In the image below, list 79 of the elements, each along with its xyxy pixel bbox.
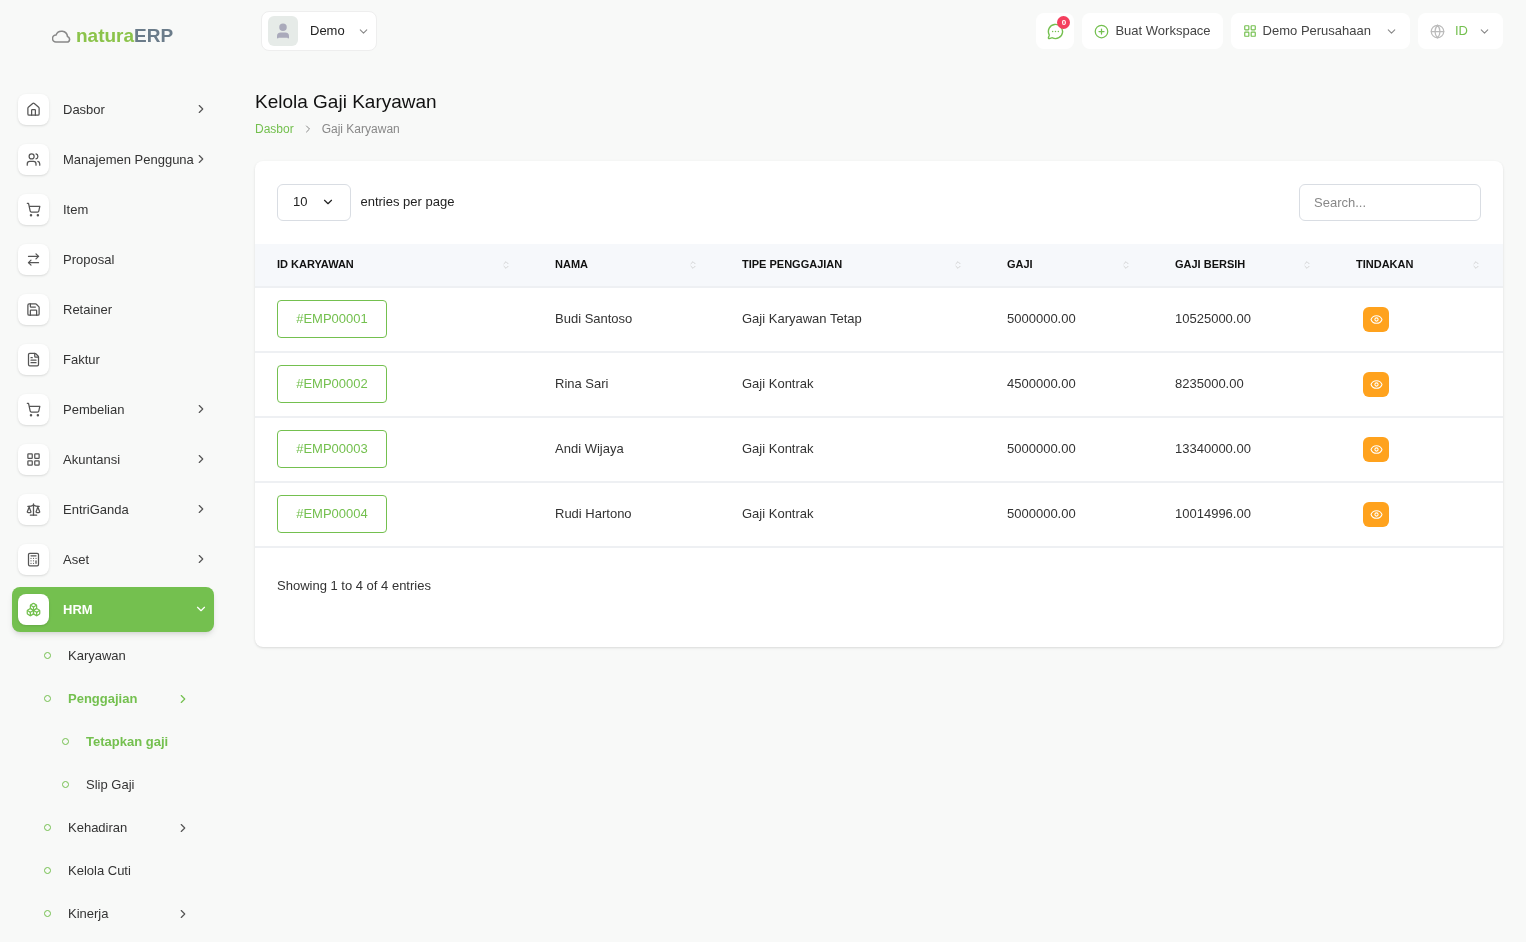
entries-summary: Showing 1 to 4 of 4 entries bbox=[277, 577, 431, 596]
page-size-label: entries per page bbox=[360, 193, 455, 212]
swap-icon bbox=[18, 243, 49, 275]
company-dropdown[interactable]: Demo Perusahaan bbox=[1230, 13, 1410, 49]
chat-icon bbox=[1046, 22, 1064, 40]
submenu-item[interactable]: Kehadiran bbox=[12, 806, 214, 849]
sort-icon bbox=[688, 259, 698, 270]
globe-icon bbox=[1430, 23, 1445, 39]
table-cell: Gaji Kontrak bbox=[720, 416, 985, 482]
search-field[interactable]: Search... bbox=[1299, 183, 1481, 221]
table-cell: 5000000.00 bbox=[985, 481, 1153, 547]
eye-icon bbox=[1369, 312, 1383, 326]
brand-logo: naturaERP bbox=[76, 23, 174, 48]
sidebar-item[interactable]: Faktur bbox=[12, 336, 214, 382]
grid-icon bbox=[18, 443, 49, 475]
column-header[interactable]: TIPE PENGGAJIAN bbox=[720, 243, 985, 287]
table-cell: Gaji Kontrak bbox=[720, 351, 985, 417]
sidebar-item[interactable]: Retainer bbox=[12, 286, 214, 332]
eye-icon bbox=[1369, 507, 1383, 521]
table-cell: Budi Santoso bbox=[533, 286, 720, 352]
table-cell: Gaji Kontrak bbox=[720, 481, 985, 547]
column-header[interactable]: TINDAKAN bbox=[1334, 243, 1503, 287]
table-cell: 4500000.00 bbox=[985, 351, 1153, 417]
table-cell: 5000000.00 bbox=[985, 286, 1153, 352]
home-icon bbox=[18, 93, 49, 125]
users-icon bbox=[18, 143, 49, 175]
column-header[interactable]: ID KARYAWAN bbox=[255, 243, 533, 287]
view-button[interactable] bbox=[1363, 501, 1389, 527]
view-button[interactable] bbox=[1363, 306, 1389, 332]
table-cell: Rina Sari bbox=[533, 351, 720, 417]
boxes-icon bbox=[18, 593, 49, 625]
chat-button[interactable]: 0 bbox=[1036, 13, 1075, 49]
table-cell: Rudi Hartono bbox=[533, 481, 720, 547]
sort-icon bbox=[953, 259, 963, 270]
sidebar-item[interactable]: Akuntansi bbox=[12, 436, 214, 482]
breadcrumb-current: Gaji Karyawan bbox=[321, 120, 400, 138]
sidebar-item[interactable]: Dasbor bbox=[12, 86, 214, 132]
notification-badge: 0 bbox=[1057, 16, 1071, 29]
cloud-logo-icon bbox=[52, 29, 72, 43]
avatar-icon bbox=[268, 16, 298, 46]
sort-icon bbox=[1121, 259, 1131, 270]
sort-icon bbox=[501, 259, 511, 270]
user-menu[interactable]: Demo bbox=[261, 11, 377, 51]
create-workspace-button[interactable]: Buat Workspace bbox=[1082, 13, 1223, 49]
submenu-item[interactable]: Karyawan bbox=[12, 634, 214, 677]
sidebar-item[interactable]: EntriGanda bbox=[12, 486, 214, 532]
table-cell: Gaji Karyawan Tetap bbox=[720, 286, 985, 352]
table-cell: 5000000.00 bbox=[985, 416, 1153, 482]
grid-icon bbox=[1242, 24, 1257, 38]
eye-icon bbox=[1369, 377, 1383, 391]
column-header[interactable]: GAJI BERSIH bbox=[1153, 243, 1334, 287]
page-title: Kelola Gaji Karyawan bbox=[255, 90, 438, 114]
page-size-select[interactable]: 10 bbox=[277, 183, 352, 221]
table-cell: 10014996.00 bbox=[1153, 481, 1334, 547]
view-button[interactable] bbox=[1363, 371, 1389, 397]
table-cell: 8235000.00 bbox=[1153, 351, 1334, 417]
submenu-item[interactable]: Kinerja bbox=[12, 892, 214, 935]
sort-icon bbox=[1471, 259, 1481, 270]
sidebar-item[interactable]: Item bbox=[12, 186, 214, 232]
table-cell: 13340000.00 bbox=[1153, 416, 1334, 482]
column-header[interactable]: NAMA bbox=[533, 243, 720, 287]
column-header[interactable]: GAJI bbox=[985, 243, 1153, 287]
sort-icon bbox=[1302, 259, 1312, 270]
scale-icon bbox=[18, 493, 49, 525]
table-cell: Andi Wijaya bbox=[533, 416, 720, 482]
view-button[interactable] bbox=[1363, 436, 1389, 462]
sidebar-item[interactable]: Pembelian bbox=[12, 386, 214, 432]
eye-icon bbox=[1369, 442, 1383, 456]
table-cell: 10525000.00 bbox=[1153, 286, 1334, 352]
submenu-item[interactable]: Kelola Cuti bbox=[12, 849, 214, 892]
sidebar-item[interactable]: Proposal bbox=[12, 236, 214, 282]
submenu-item[interactable]: Slip Gaji bbox=[12, 763, 214, 806]
sidebar-item[interactable]: Manajemen Pengguna bbox=[12, 136, 214, 182]
sidebar-item[interactable]: Aset bbox=[12, 536, 214, 582]
cart-icon bbox=[18, 393, 49, 425]
cart-icon bbox=[18, 193, 49, 225]
calculator-icon bbox=[18, 543, 49, 575]
document-icon bbox=[18, 343, 49, 375]
plus-circle-icon bbox=[1094, 23, 1110, 39]
